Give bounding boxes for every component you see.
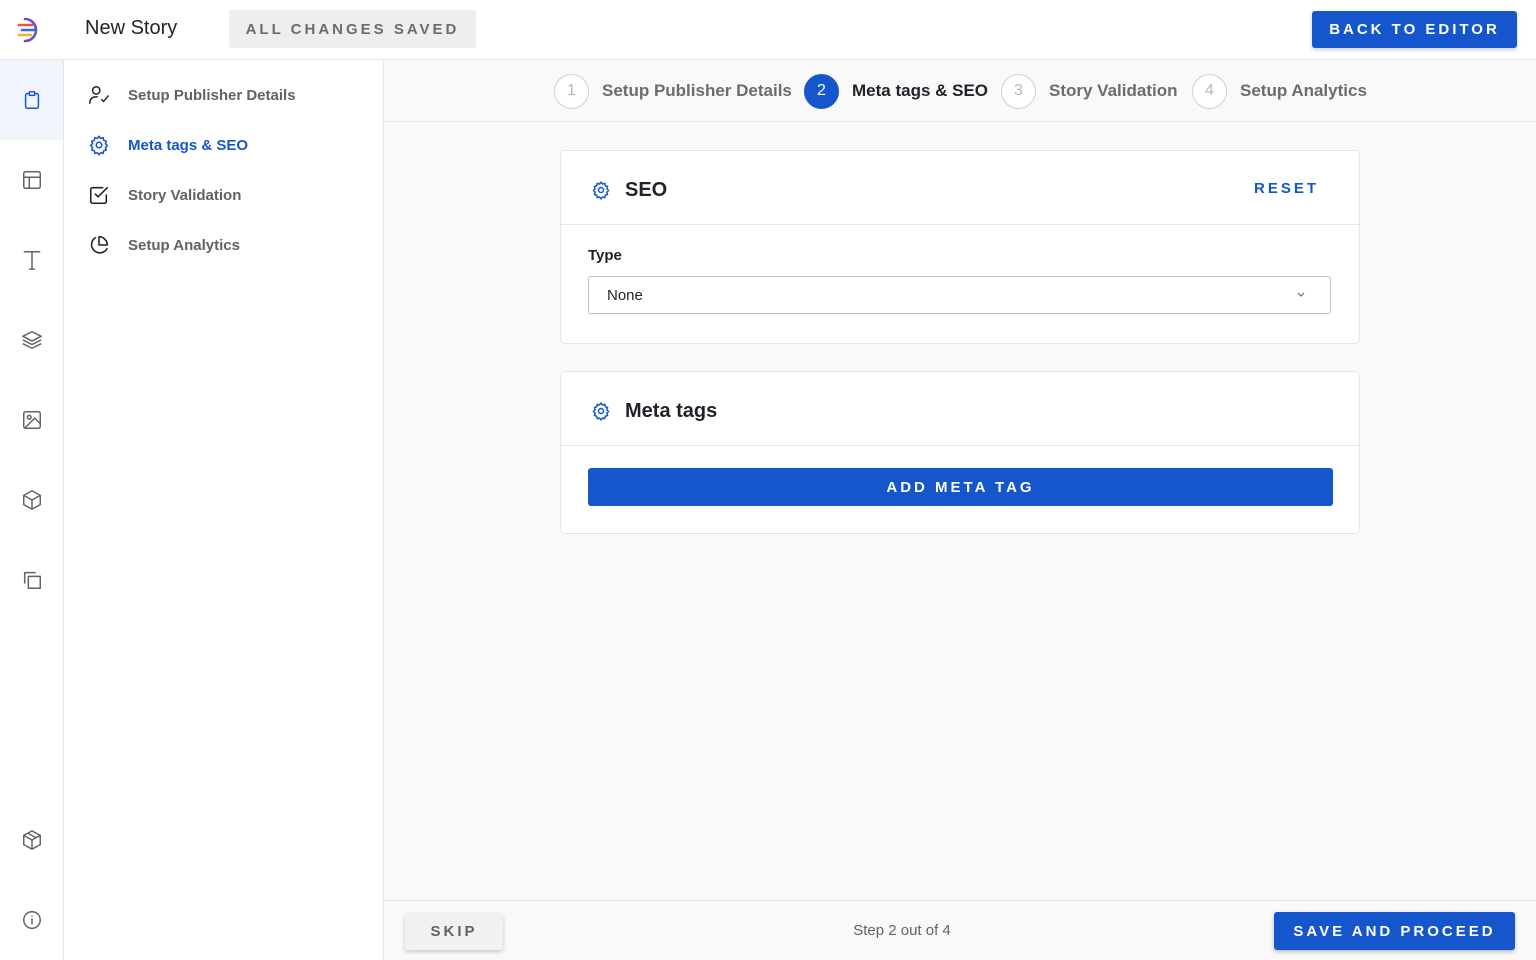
gear-icon (89, 135, 109, 156)
sidebar-item-meta-tags-seo[interactable]: Meta tags & SEO (88, 130, 368, 160)
gear-icon (592, 181, 610, 200)
step-setup-publisher-details[interactable]: 1 Setup Publisher Details (554, 73, 792, 109)
clipboard-icon (24, 91, 39, 109)
meta-tags-card-title: Meta tags (625, 400, 718, 422)
step-number: 1 (554, 73, 589, 109)
cube-icon (22, 490, 41, 510)
sidebar-item-label: Setup Publisher Details (128, 86, 296, 104)
chevron-down-icon (1297, 292, 1305, 297)
sidebar-item-setup-analytics[interactable]: Setup Analytics (88, 230, 368, 260)
rail-item-image[interactable] (0, 380, 63, 460)
rail-item-copy[interactable] (0, 540, 63, 620)
sidebar-item-label: Setup Analytics (128, 236, 240, 254)
sidebar-item-setup-publisher-details[interactable]: Setup Publisher Details (88, 80, 368, 110)
reset-button[interactable]: RESET (1254, 180, 1319, 197)
layout-icon (22, 171, 41, 189)
text-icon (23, 251, 40, 270)
rail-item-clipboard[interactable] (0, 60, 63, 140)
seo-card-title: SEO (625, 179, 668, 201)
top-bar: New Story ALL CHANGES SAVED BACK TO EDIT… (0, 0, 1536, 60)
checkbox-icon (89, 186, 109, 205)
skip-button[interactable]: SKIP (405, 913, 503, 950)
step-counter: Step 2 out of 4 (853, 922, 951, 939)
step-setup-analytics[interactable]: 4 Setup Analytics (1192, 73, 1367, 109)
rail-item-text[interactable] (0, 220, 63, 300)
story-title[interactable]: New Story (85, 17, 177, 40)
type-select[interactable]: None (588, 276, 1331, 314)
step-label: Meta tags & SEO (852, 81, 989, 100)
step-number: 4 (1192, 73, 1227, 109)
meta-tags-card: Meta tags ADD META TAG (560, 371, 1360, 534)
meta-tags-card-header: Meta tags (561, 372, 1359, 446)
type-label: Type (588, 247, 622, 264)
tool-rail (0, 60, 64, 960)
step-label: Setup Analytics (1240, 81, 1367, 100)
sidebar-item-label: Story Validation (128, 186, 242, 204)
add-meta-tag-button[interactable]: ADD META TAG (588, 468, 1333, 506)
rail-item-cube[interactable] (0, 460, 63, 540)
step-label: Setup Publisher Details (602, 81, 792, 100)
user-check-icon (89, 86, 109, 104)
steps-sidebar: Setup Publisher Details Meta tags & SEO … (64, 60, 384, 960)
step-meta-tags-seo[interactable]: 2 Meta tags & SEO (804, 73, 988, 109)
step-number: 3 (1001, 73, 1036, 109)
step-number: 2 (804, 73, 839, 109)
gear-icon (592, 402, 610, 421)
rail-item-info[interactable] (0, 880, 63, 960)
step-label: Story Validation (1049, 81, 1178, 100)
package-icon (22, 830, 41, 850)
rail-item-layout[interactable] (0, 140, 63, 220)
stepper: 1 Setup Publisher Details 2 Meta tags & … (384, 60, 1536, 122)
copy-icon (23, 571, 41, 589)
main-content: 1 Setup Publisher Details 2 Meta tags & … (384, 60, 1536, 960)
sidebar-item-story-validation[interactable]: Story Validation (88, 180, 368, 210)
image-icon (22, 411, 41, 429)
sidebar-item-label: Meta tags & SEO (128, 136, 249, 154)
layers-icon (21, 331, 42, 349)
step-story-validation[interactable]: 3 Story Validation (1001, 73, 1177, 109)
save-and-proceed-button[interactable]: SAVE AND PROCEED (1274, 912, 1515, 950)
seo-card-header: SEO RESET (561, 151, 1359, 225)
rail-item-layers[interactable] (0, 300, 63, 380)
save-status-badge: ALL CHANGES SAVED (229, 10, 476, 48)
pie-chart-icon (90, 235, 109, 254)
app-logo-icon[interactable] (16, 14, 48, 46)
rail-item-package[interactable] (0, 800, 63, 880)
seo-card: SEO RESET Type None (560, 150, 1360, 344)
info-icon (22, 911, 41, 929)
footer-bar: SKIP Step 2 out of 4 SAVE AND PROCEED (384, 900, 1536, 960)
back-to-editor-button[interactable]: BACK TO EDITOR (1312, 11, 1517, 48)
type-select-value: None (607, 286, 643, 304)
